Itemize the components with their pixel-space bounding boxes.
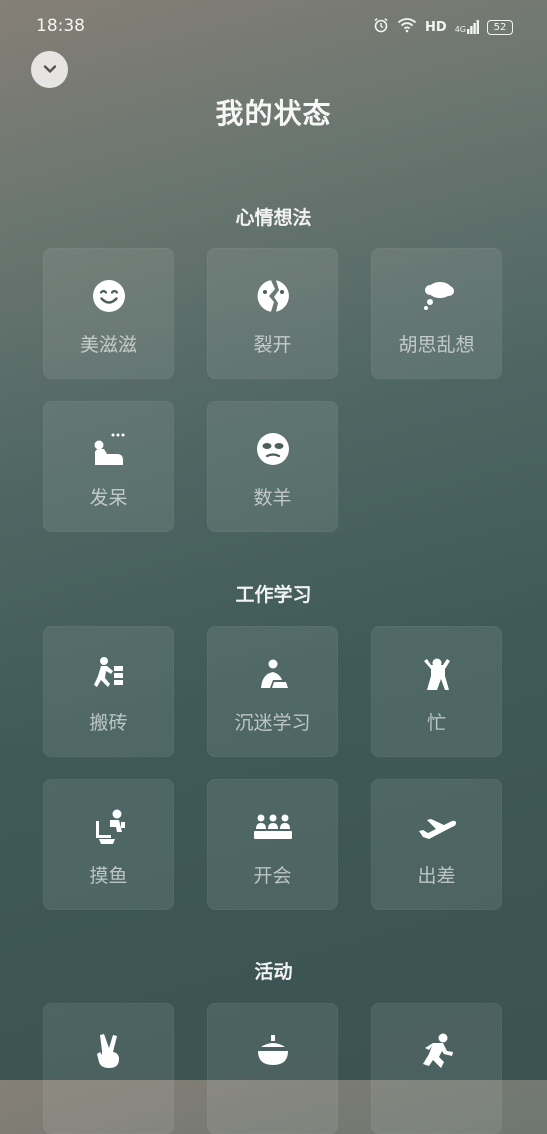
network-type: 4G [454, 25, 466, 34]
thought-bubble-icon [371, 278, 502, 314]
status-bar: 18:38 HD 4G 52 [0, 0, 547, 52]
busy-person-icon [371, 656, 502, 692]
alarm-icon [373, 17, 389, 37]
slacking-icon [43, 809, 174, 845]
status-time: 18:38 [36, 16, 85, 36]
status-tile-label: 忙 [426, 712, 446, 734]
battery-icon: 52 [487, 19, 513, 35]
status-tile-label: 胡思乱想 [398, 334, 475, 356]
section-title-work: 工作学习 [235, 584, 312, 606]
status-tile-label: 搬砖 [89, 712, 128, 734]
status-tile-meeting[interactable]: 开会 [207, 779, 338, 910]
status-tile-label: 开会 [253, 865, 292, 887]
daze-icon [43, 431, 174, 467]
status-tile-slacking[interactable]: 摸鱼 [43, 779, 174, 910]
page-title: 我的状态 [215, 97, 332, 130]
mood-grid: 美滋滋 裂开 胡思乱想 发呆 数羊 [43, 248, 503, 532]
food-bowl-icon [207, 1033, 338, 1069]
victory-hand-icon [43, 1033, 174, 1069]
signal-icon: 4G [455, 20, 479, 34]
status-tile-busy[interactable]: 忙 [371, 626, 502, 757]
status-tile-cracked[interactable]: 裂开 [207, 248, 338, 379]
smile-icon [43, 278, 174, 314]
status-tile-overthinking[interactable]: 胡思乱想 [371, 248, 502, 379]
status-icons: HD 4G 52 [373, 17, 513, 37]
status-tile-business-trip[interactable]: 出差 [371, 779, 502, 910]
activity-grid [43, 1003, 503, 1134]
status-tile-activity-2[interactable] [207, 1003, 338, 1134]
chevron-down-icon [42, 60, 58, 79]
hd-indicator: HD [425, 19, 447, 35]
carry-bricks-icon [43, 656, 174, 692]
status-tile-bricks[interactable]: 搬砖 [43, 626, 174, 757]
meeting-icon [207, 809, 338, 845]
status-tile-label: 沉迷学习 [234, 712, 311, 734]
status-tile-activity-3[interactable] [371, 1003, 502, 1134]
cracked-face-icon [207, 278, 338, 314]
sheep-face-icon [207, 431, 338, 467]
status-tile-label: 裂开 [253, 334, 292, 356]
airplane-icon [371, 809, 502, 845]
status-tile-label: 出差 [417, 865, 456, 887]
collapse-button[interactable] [31, 51, 68, 88]
section-title-mood: 心情想法 [235, 207, 312, 229]
status-tile-label: 美滋滋 [79, 334, 137, 356]
status-tile-label: 摸鱼 [89, 865, 128, 887]
running-icon [371, 1033, 502, 1069]
study-icon [207, 656, 338, 692]
status-tile-label: 数羊 [253, 487, 292, 509]
status-tile-study[interactable]: 沉迷学习 [207, 626, 338, 757]
status-tile-label: 发呆 [89, 487, 128, 509]
status-tile-daze[interactable]: 发呆 [43, 401, 174, 532]
work-grid: 搬砖 沉迷学习 忙 摸鱼 开会 出差 [43, 626, 503, 910]
status-tile-activity-1[interactable] [43, 1003, 174, 1134]
wifi-icon [397, 17, 417, 37]
section-title-activity: 活动 [254, 961, 293, 983]
status-tile-happy[interactable]: 美滋滋 [43, 248, 174, 379]
status-tile-counting-sheep[interactable]: 数羊 [207, 401, 338, 532]
